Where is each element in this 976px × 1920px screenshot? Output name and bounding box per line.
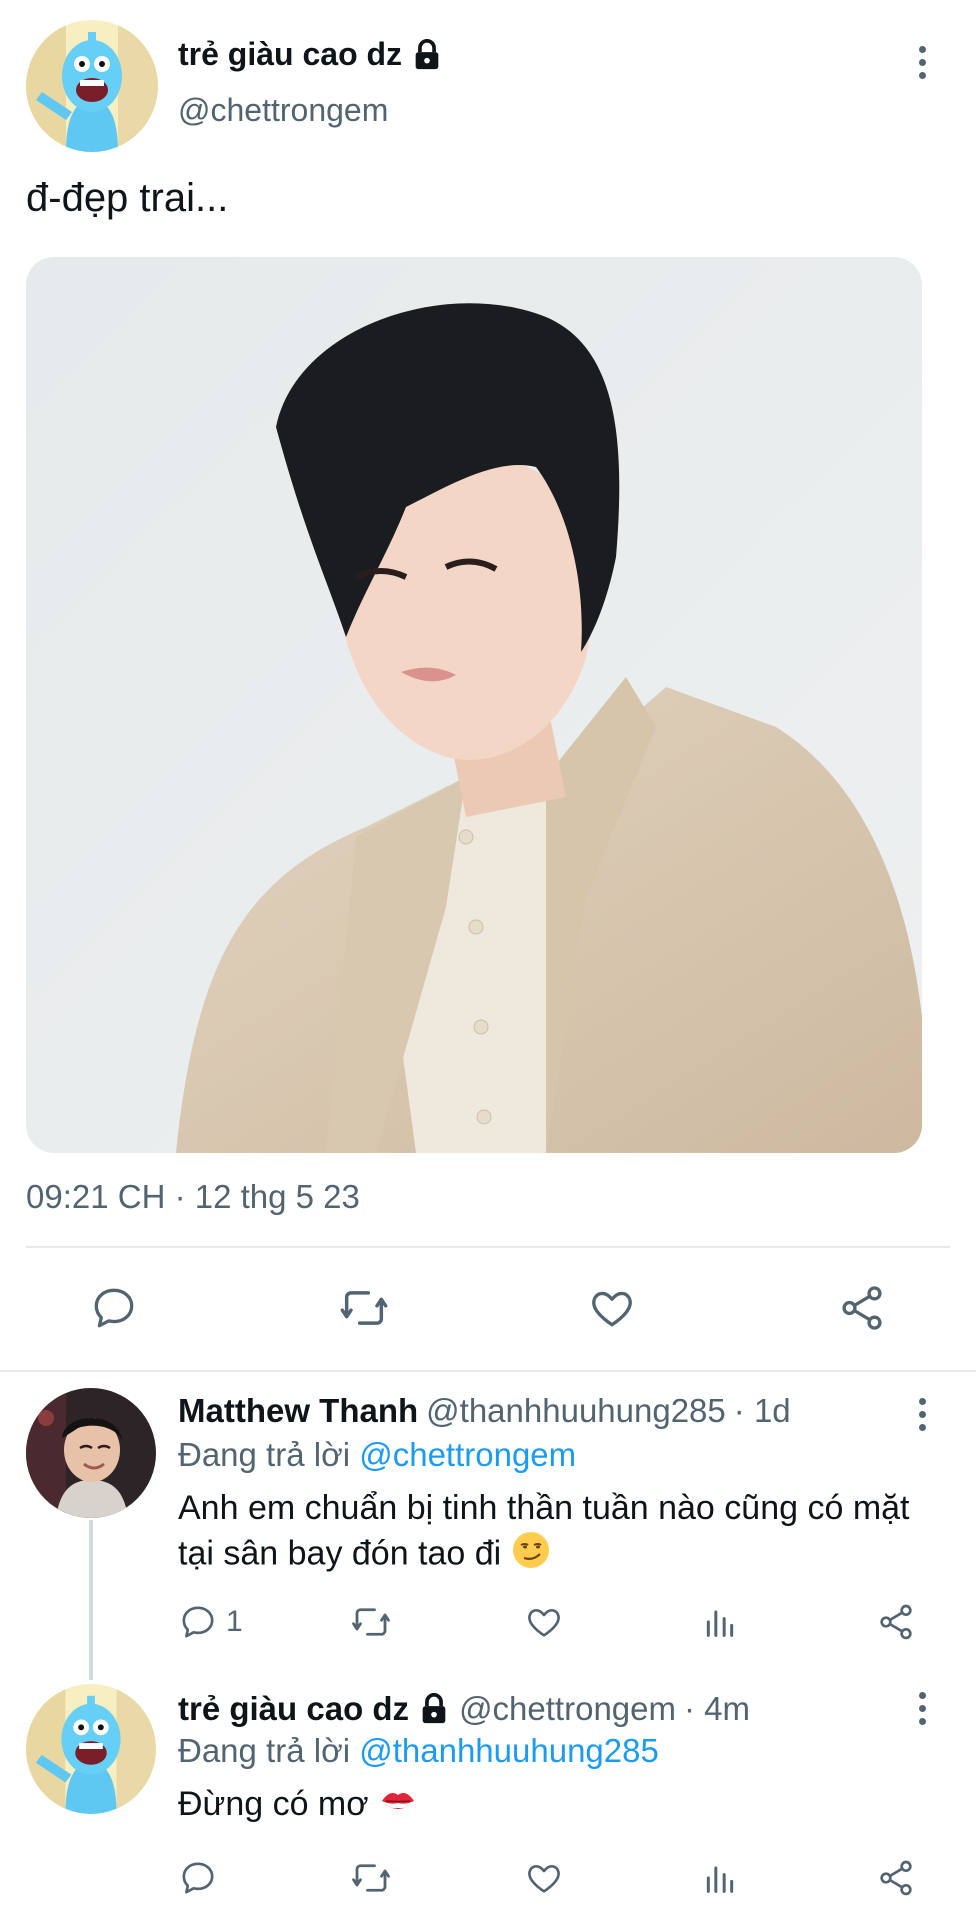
analytics-icon[interactable] (700, 1852, 740, 1904)
reply-text-content: Đừng có mơ (178, 1785, 369, 1823)
author-name[interactable]: trẻ giàu cao dz (178, 36, 444, 73)
author-avatar[interactable] (26, 20, 158, 152)
reply-button[interactable]: 1 (178, 1596, 243, 1648)
reply-author-name[interactable]: Matthew Thanh (178, 1392, 418, 1430)
reply-author-handle[interactable]: @thanhhuuhung285 (426, 1392, 726, 1430)
thread-line (89, 1520, 93, 1680)
retweet-icon[interactable] (350, 1596, 392, 1648)
more-vertical-icon[interactable] (916, 1692, 928, 1725)
heart-icon[interactable] (524, 1852, 564, 1904)
more-vertical-icon[interactable] (916, 1398, 928, 1431)
replying-to: Đang trả lời @chettrongem (178, 1436, 576, 1474)
reply-actions: 1 (160, 1596, 930, 1648)
lock-icon (410, 38, 444, 72)
replying-mention[interactable]: @chettrongem (359, 1436, 576, 1473)
lock-icon (417, 1692, 451, 1726)
retweet-icon[interactable] (336, 1280, 392, 1336)
author-name-text: trẻ giàu cao dz (178, 36, 403, 72)
smirking-face-emoji (511, 1530, 551, 1581)
reply-avatar[interactable] (26, 1388, 156, 1518)
kiss-mark-emoji (378, 1783, 418, 1830)
reply-text: Đừng có mơ (178, 1782, 918, 1830)
retweet-icon[interactable] (350, 1852, 392, 1904)
comment-icon[interactable] (86, 1280, 142, 1336)
heart-icon[interactable] (584, 1280, 640, 1336)
tweet-text: đ-đẹp trai... (26, 176, 229, 220)
reply-avatar[interactable] (26, 1684, 156, 1814)
tweet-actions (0, 1280, 976, 1340)
reply-actions (160, 1852, 930, 1904)
share-icon[interactable] (834, 1280, 890, 1336)
reply-time: · 1d (733, 1392, 791, 1429)
share-icon[interactable] (876, 1596, 916, 1648)
author-handle[interactable]: @chettrongem (178, 92, 388, 129)
reply-count: 1 (226, 1605, 243, 1638)
reply-author-name[interactable]: trẻ giàu cao dz (178, 1690, 409, 1728)
tweet-photo[interactable] (26, 257, 922, 1153)
reply-text: Anh em chuẩn bị tinh thần tuần nào cũng … (178, 1486, 918, 1581)
analytics-icon[interactable] (700, 1596, 740, 1648)
comment-icon[interactable] (178, 1852, 218, 1904)
reply-time: · 4m (684, 1690, 750, 1727)
more-vertical-icon[interactable] (916, 46, 928, 79)
divider (26, 1246, 950, 1248)
section-divider (0, 1370, 976, 1372)
reply-header: Matthew Thanh @thanhhuuhung285 · 1d (178, 1392, 791, 1430)
reply-header: trẻ giàu cao dz @chettrongem · 4m (178, 1690, 750, 1728)
replying-prefix: Đang trả lời (178, 1436, 351, 1473)
comment-icon (178, 1602, 218, 1642)
replying-mention[interactable]: @thanhhuuhung285 (359, 1732, 659, 1769)
replying-prefix: Đang trả lời (178, 1732, 351, 1769)
tweet-timestamp: 09:21 CH · 12 thg 5 23 (26, 1178, 360, 1215)
replying-to: Đang trả lời @thanhhuuhung285 (178, 1732, 659, 1770)
share-icon[interactable] (876, 1852, 916, 1904)
reply-author-handle[interactable]: @chettrongem (459, 1690, 676, 1728)
heart-icon[interactable] (524, 1596, 564, 1648)
